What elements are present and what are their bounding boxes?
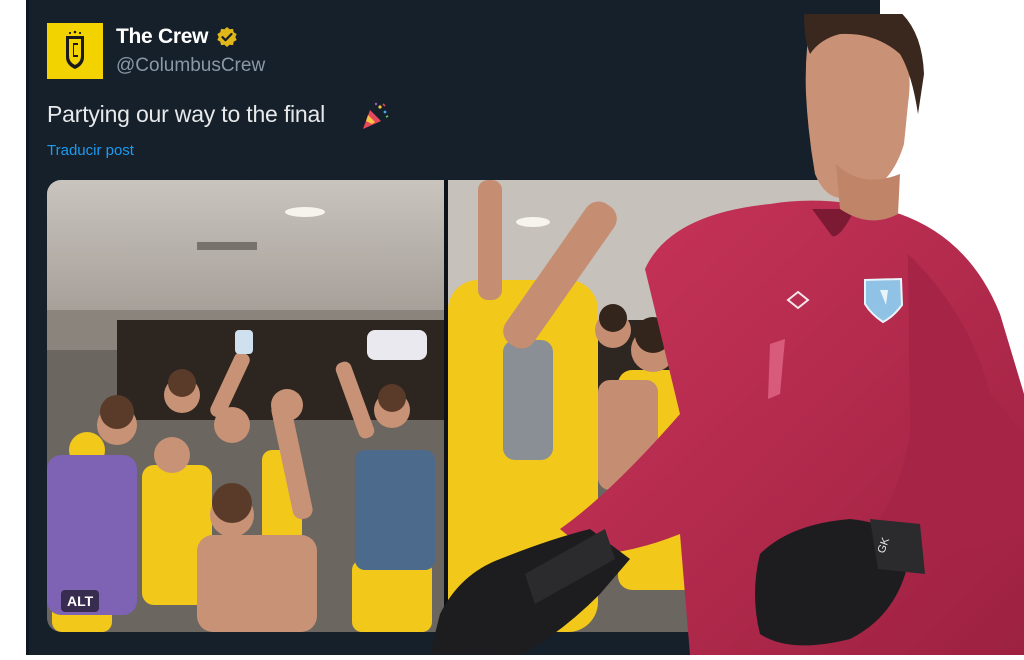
party-popper-icon — [359, 100, 391, 132]
display-name[interactable]: The Crew — [116, 25, 208, 49]
user-handle[interactable]: @ColumbusCrew — [116, 55, 265, 77]
goalkeeper-player-cutout: GK — [430, 0, 1024, 655]
alt-text-badge[interactable]: ALT — [61, 590, 100, 612]
translate-post-link[interactable]: Traducir post — [47, 142, 134, 159]
columbus-crew-crest-icon[interactable] — [47, 23, 103, 79]
verified-badge-icon — [216, 26, 238, 48]
tweet-text: Partying our way to the final — [47, 101, 326, 127]
locker-room-photo-1[interactable]: ALT — [47, 180, 444, 632]
